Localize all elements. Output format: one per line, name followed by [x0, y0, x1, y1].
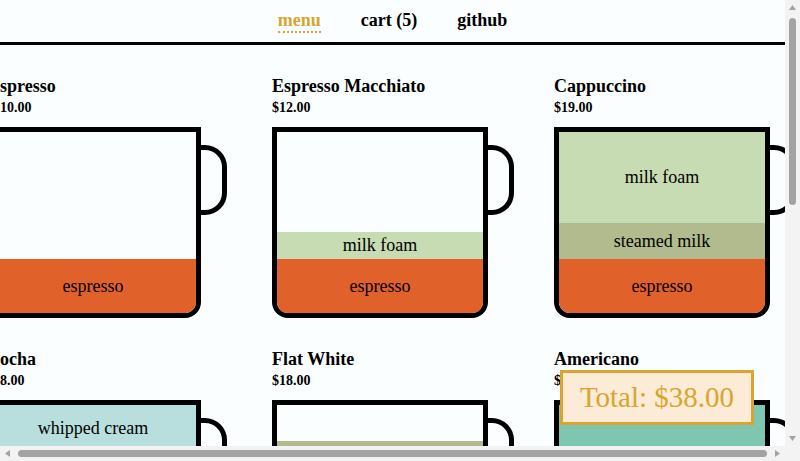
- cup-body: espresso: [0, 127, 201, 318]
- item-name: Flat White: [272, 349, 518, 369]
- page: menucart (5)githubspresso10.00espressoEs…: [0, 0, 800, 461]
- scroll-down-icon[interactable]: [785, 431, 800, 446]
- item-price: $18.00: [272, 372, 518, 390]
- item-price: 10.00: [0, 99, 236, 117]
- scroll-up-icon[interactable]: [785, 0, 800, 15]
- nav-bar: menu cart (5) github: [0, 0, 785, 45]
- vertical-scrollbar[interactable]: [785, 0, 800, 446]
- layer-label: steamed milk: [614, 231, 710, 251]
- menu-item[interactable]: Cappuccino $19.00 milk foam steamed milk esp…: [554, 76, 785, 318]
- cup: milk foam espresso: [272, 127, 518, 318]
- item-name: ocha: [0, 349, 236, 369]
- scroll-thumb[interactable]: [18, 450, 767, 457]
- layer-label: milk foam: [625, 167, 700, 187]
- cup: whipped cream: [0, 400, 236, 446]
- menu-item[interactable]: Espresso Macchiato $12.00 milk foam espress…: [272, 76, 518, 318]
- nav-link[interactable]: cart (5): [361, 9, 417, 31]
- cup-handle-icon: [768, 418, 785, 446]
- scroll-left-icon[interactable]: [0, 446, 15, 461]
- layer-label: espresso: [350, 276, 411, 296]
- layer-label: milk foam: [343, 235, 418, 255]
- item-price: $12.00: [272, 99, 518, 117]
- layer-label: espresso: [632, 276, 693, 296]
- total-badge: Total: $38.00: [560, 370, 754, 425]
- cup-layer: espresso: [0, 259, 196, 313]
- cup-handle-icon: [199, 145, 227, 215]
- cup-body: whipped cream: [0, 400, 201, 446]
- scroll-thumb[interactable]: [789, 18, 796, 205]
- item-price: $19.00: [554, 99, 785, 117]
- layer-label: whipped cream: [38, 418, 148, 438]
- cup-layer: [277, 441, 483, 446]
- cup-handle-icon: [199, 418, 227, 446]
- menu-item[interactable]: Flat White $18.00: [272, 349, 518, 446]
- cup-body: milk foam espresso: [272, 127, 488, 318]
- cup-layer: milk foam: [277, 232, 483, 259]
- item-name: Espresso Macchiato: [272, 76, 518, 96]
- layer-label: espresso: [63, 276, 124, 296]
- main: menucart (5)githubspresso10.00espressoEs…: [0, 0, 785, 446]
- item-name: Americano: [554, 349, 785, 369]
- cup-layer: espresso: [559, 259, 765, 313]
- menu-item[interactable]: ocha 8.00 whipped cream: [0, 349, 236, 446]
- horizontal-scrollbar[interactable]: [0, 446, 800, 461]
- cup-layer: espresso: [277, 259, 483, 313]
- cup: milk foam steamed milk espresso: [554, 127, 785, 318]
- nav-link[interactable]: github: [457, 9, 507, 31]
- nav-link[interactable]: menu: [278, 9, 321, 33]
- cup: espresso: [0, 127, 236, 318]
- cup-handle-icon: [486, 418, 514, 446]
- item-name: spresso: [0, 76, 236, 96]
- item-price: 8.00: [0, 372, 236, 390]
- scroll-right-icon[interactable]: [770, 446, 785, 461]
- cup-body: [272, 400, 488, 446]
- cup-handle-icon: [486, 145, 514, 215]
- cup: [272, 400, 518, 446]
- menu-item[interactable]: spresso 10.00 espresso: [0, 76, 236, 318]
- cup-body: milk foam steamed milk espresso: [554, 127, 770, 318]
- item-name: Cappuccino: [554, 76, 785, 96]
- cup-layer: whipped cream: [0, 405, 196, 446]
- cup-layer: milk foam: [559, 132, 765, 223]
- cup-layer: steamed milk: [559, 223, 765, 259]
- cup-handle-icon: [768, 145, 785, 215]
